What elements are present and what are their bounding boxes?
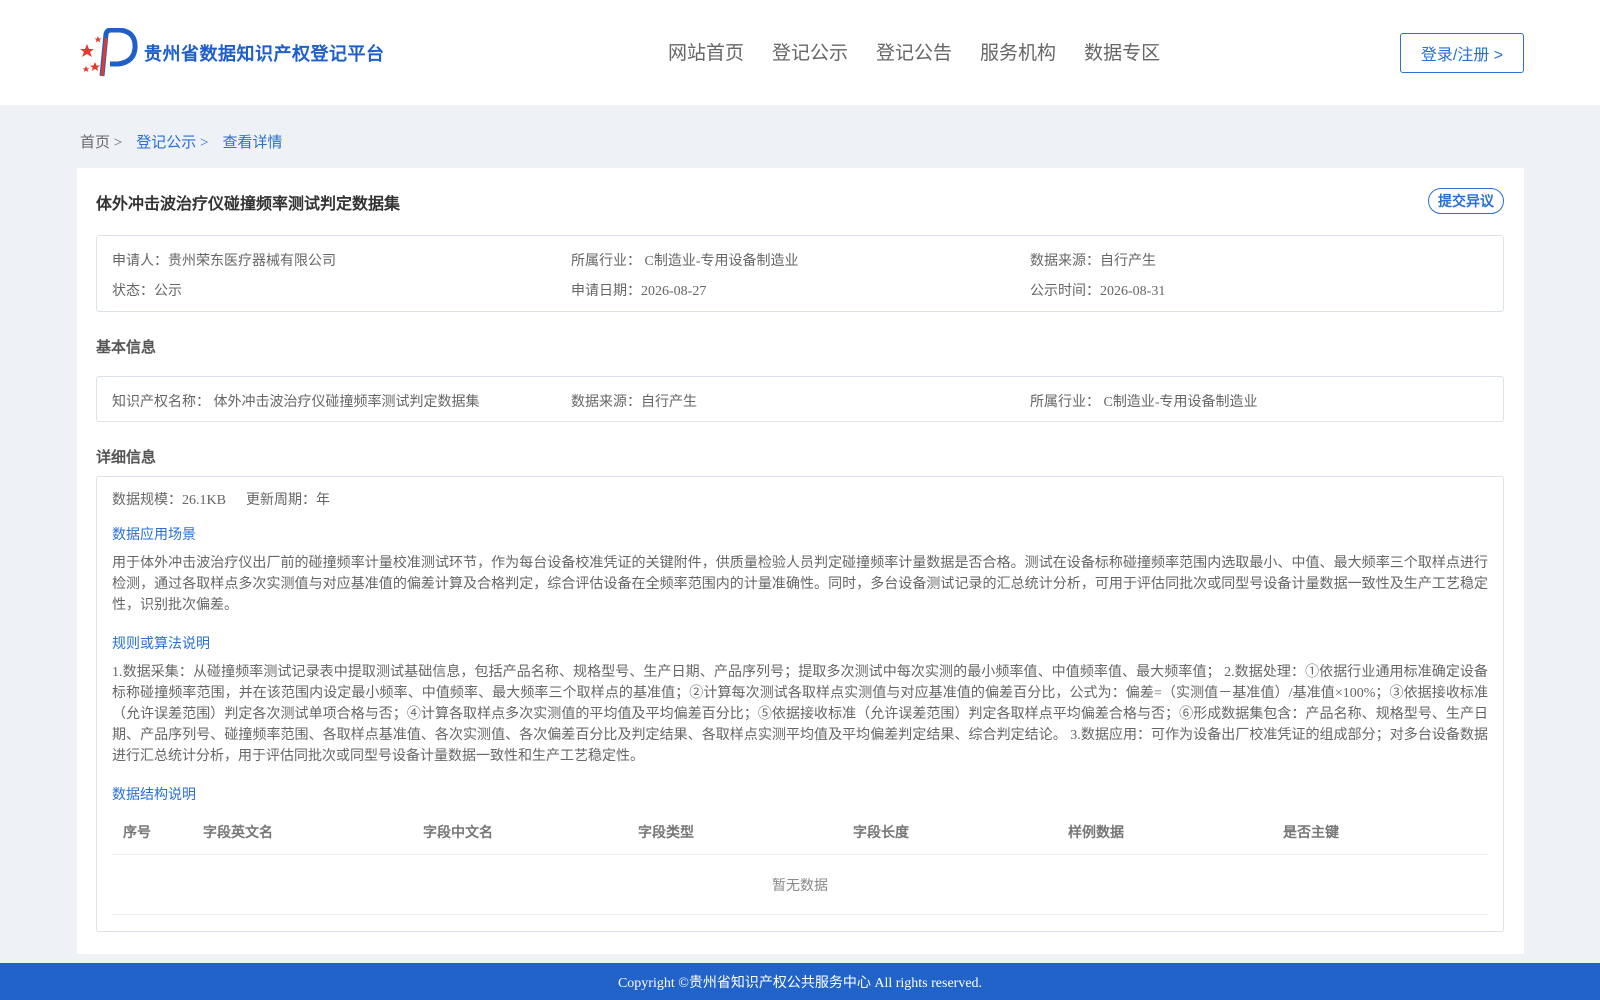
table-header: 序号 字段英文名 字段中文名 字段类型 字段长度 样例数据 是否主键 xyxy=(112,807,1488,855)
detail-card: 体外冲击波治疗仪碰撞频率测试判定数据集 提交异议 申请人：贵州荣东医疗器械有限公… xyxy=(77,168,1524,954)
basic-industry-text: 所属行业： C制造业-专用设备制造业 xyxy=(1030,395,1258,410)
source-text: 数据来源：自行产生 xyxy=(1030,254,1156,269)
summary-box: 申请人：贵州荣东医疗器械有限公司 所属行业： C制造业-专用设备制造业 数据来源… xyxy=(96,235,1504,312)
column-header: 样例数据 xyxy=(1068,824,1124,840)
column-header: 字段类型 xyxy=(638,824,694,840)
structure-title: 数据结构说明 xyxy=(112,788,196,803)
breadcrumb-current: 查看详情 xyxy=(222,135,283,151)
publish-date-text: 公示时间：2026-08-31 xyxy=(1030,284,1166,299)
breadcrumb-section[interactable]: 登记公示 > xyxy=(136,131,208,152)
site-title: 贵州省数据知识产权登记平台 xyxy=(144,44,385,64)
column-header: 字段长度 xyxy=(853,824,909,840)
ip-name-text: 知识产权名称： 体外冲击波治疗仪碰撞频率测试判定数据集 xyxy=(112,395,480,410)
page-title: 体外冲击波治疗仪碰撞频率测试判定数据集 xyxy=(96,196,401,213)
column-header: 序号 xyxy=(123,824,151,840)
structure-table: 序号 字段英文名 字段中文名 字段类型 字段长度 样例数据 是否主键 暂无数据 xyxy=(112,807,1488,915)
algorithm-text: 1.数据采集：从碰撞频率测试记录表中提取测试基础信息，包括产品名称、规格型号、生… xyxy=(112,665,1488,764)
basic-source-text: 数据来源：自行产生 xyxy=(571,395,697,410)
login-register-button[interactable]: 登录/注册 > xyxy=(1400,33,1524,73)
detail-info-heading: 详细信息 xyxy=(96,449,157,466)
column-header: 是否主键 xyxy=(1283,824,1339,840)
basic-info-box: 知识产权名称： 体外冲击波治疗仪碰撞频率测试判定数据集 数据来源：自行产生 所属… xyxy=(96,376,1504,422)
update-cycle-text: 更新周期：年 xyxy=(246,493,330,508)
basic-info-heading: 基本信息 xyxy=(96,339,157,356)
algorithm-title: 规则或算法说明 xyxy=(112,637,210,652)
submit-objection-button[interactable]: 提交异议 xyxy=(1428,188,1504,214)
scenario-title: 数据应用场景 xyxy=(112,528,196,543)
top-header: 贵州省数据知识产权登记平台 网站首页 登记公示 登记公告 服务机构 数据专区 登… xyxy=(0,0,1600,105)
data-scale-text: 数据规模：26.1KB xyxy=(112,493,226,508)
table-empty-state: 暂无数据 xyxy=(112,855,1488,915)
column-header: 字段中文名 xyxy=(423,824,493,840)
logo-icon xyxy=(80,28,138,77)
nav-item-registration-announcement[interactable]: 登记公告 xyxy=(876,38,952,65)
detail-info-box: 数据规模：26.1KB 更新周期：年 数据应用场景 用于体外冲击波治疗仪出厂前的… xyxy=(96,476,1504,932)
nav-item-registration-publicity[interactable]: 登记公示 xyxy=(772,38,848,65)
nav-item-home[interactable]: 网站首页 xyxy=(668,38,744,65)
copyright-text: Copyright ©贵州省知识产权公共服务中心 All rights rese… xyxy=(617,975,983,991)
footer: Copyright ©贵州省知识产权公共服务中心 All rights rese… xyxy=(0,963,1600,1000)
breadcrumb: 首页 > 登记公示 > 查看详情 xyxy=(80,131,282,152)
breadcrumb-home[interactable]: 首页 > xyxy=(80,131,122,152)
main-nav: 网站首页 登记公示 登记公告 服务机构 数据专区 xyxy=(668,38,1188,65)
industry-text: 所属行业： C制造业-专用设备制造业 xyxy=(571,254,799,269)
column-header: 字段英文名 xyxy=(203,824,273,840)
applicant-text: 申请人：贵州荣东医疗器械有限公司 xyxy=(112,254,336,269)
apply-date-text: 申请日期：2026-08-27 xyxy=(571,284,707,299)
nav-item-service-agencies[interactable]: 服务机构 xyxy=(980,38,1056,65)
scenario-text: 用于体外冲击波治疗仪出厂前的碰撞频率计量校准测试环节，作为每台设备校准凭证的关键… xyxy=(112,556,1488,613)
status-text: 状态：公示 xyxy=(112,284,182,299)
site-logo[interactable]: 贵州省数据知识产权登记平台 xyxy=(80,28,385,78)
nav-item-data-zone[interactable]: 数据专区 xyxy=(1084,38,1160,65)
